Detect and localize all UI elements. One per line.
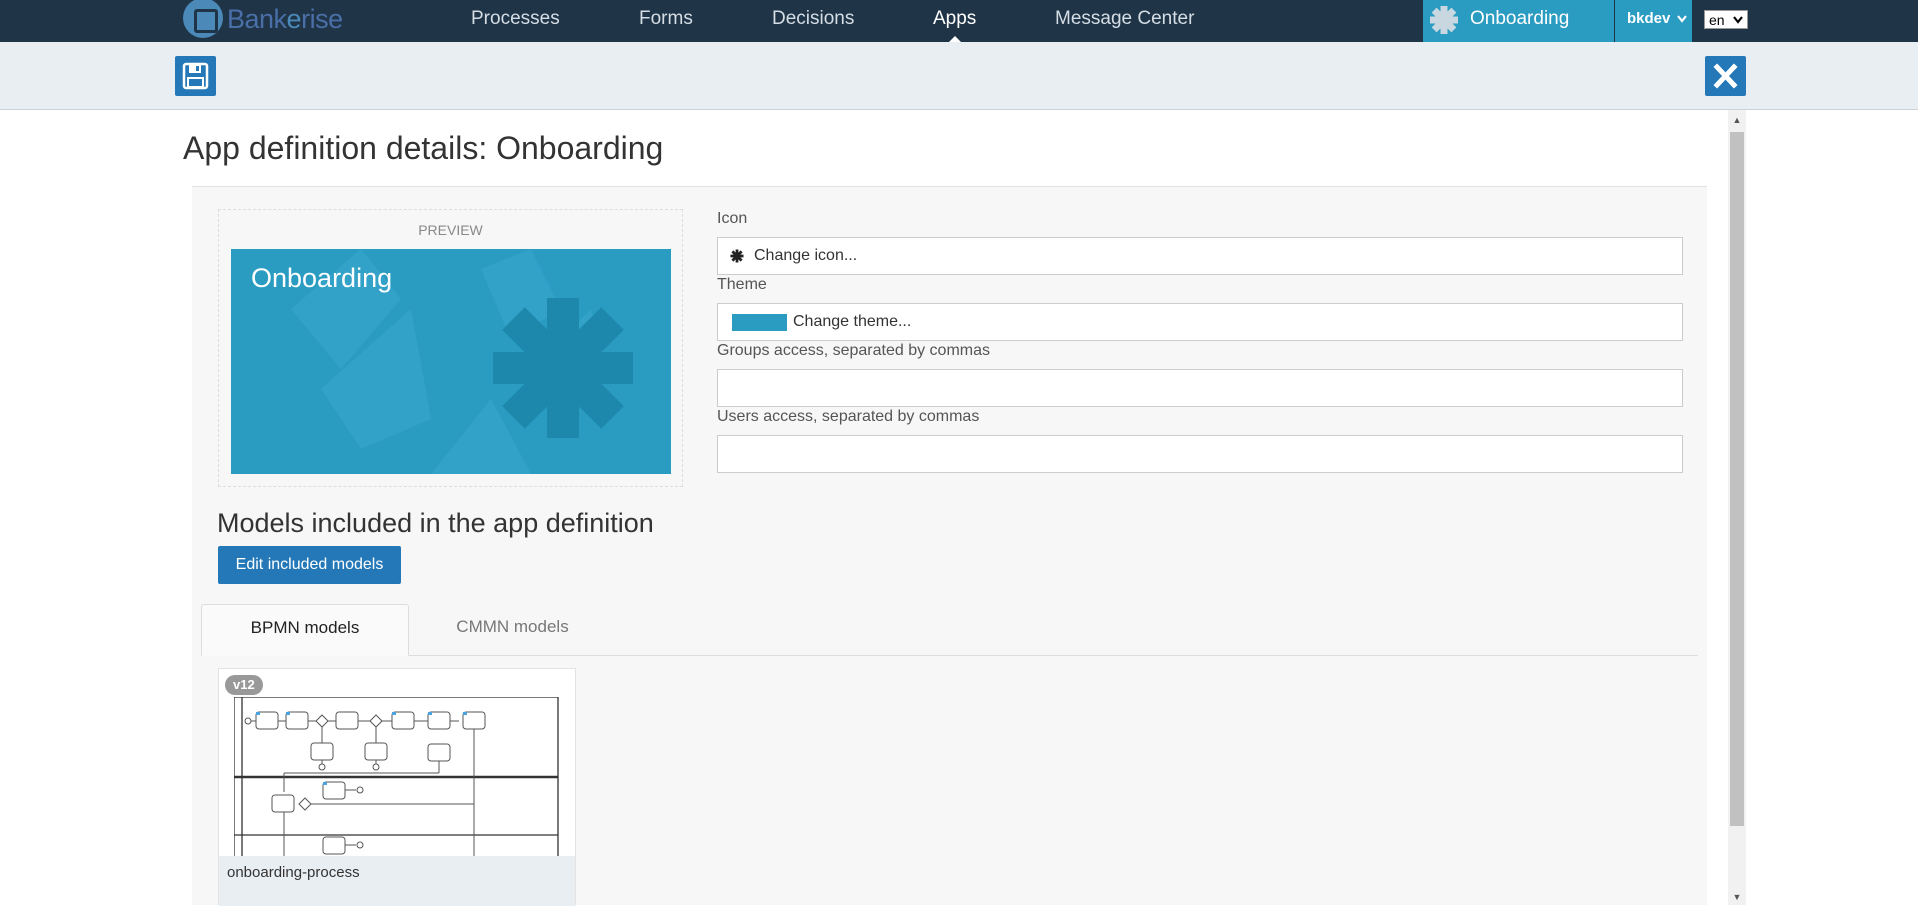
bpmn-diagram-thumbnail bbox=[234, 697, 559, 857]
toolbar bbox=[0, 42, 1918, 110]
tabs-divider bbox=[201, 655, 1698, 656]
app-switcher[interactable]: Onboarding bbox=[1423, 0, 1614, 42]
save-button[interactable] bbox=[175, 56, 216, 96]
language-value: en bbox=[1709, 12, 1725, 28]
logo-icon bbox=[183, 0, 223, 38]
icon-label: Icon bbox=[717, 210, 748, 227]
groups-access-label: Groups access, separated by commas bbox=[717, 342, 991, 359]
nav-forms[interactable]: Forms bbox=[639, 0, 693, 42]
users-access-field[interactable] bbox=[717, 435, 1683, 473]
tile-title: Onboarding bbox=[251, 263, 393, 293]
edit-included-models-button[interactable]: Edit included models bbox=[218, 546, 401, 584]
nav-decisions[interactable]: Decisions bbox=[772, 0, 854, 42]
chevron-down-icon bbox=[1676, 15, 1687, 23]
brand-logo[interactable]: Bankerise bbox=[183, 0, 343, 38]
chevron-down-icon bbox=[1733, 16, 1743, 24]
theme-label: Theme bbox=[717, 276, 767, 293]
groups-access-field[interactable] bbox=[717, 369, 1683, 407]
user-menu-button[interactable]: bkdev bbox=[1615, 0, 1692, 42]
preview-box: PREVIEW Onboarding bbox=[218, 209, 683, 487]
model-name: onboarding-process bbox=[219, 856, 575, 906]
top-navbar: Bankerise Processes Forms Decisions Apps… bbox=[0, 0, 1918, 42]
nav-processes[interactable]: Processes bbox=[471, 0, 560, 42]
app-tile-preview: Onboarding bbox=[231, 249, 671, 474]
app-switcher-label: Onboarding bbox=[1470, 8, 1570, 29]
model-card[interactable]: v12 onboarding-process bbox=[218, 668, 576, 906]
theme-picker-value: Change theme... bbox=[793, 313, 912, 330]
version-badge: v12 bbox=[225, 675, 263, 695]
scroll-up-arrow-icon[interactable]: ▲ bbox=[1728, 112, 1746, 128]
users-access-label: Users access, separated by commas bbox=[717, 408, 980, 425]
asterisk-icon bbox=[1430, 6, 1458, 34]
nav-message-center[interactable]: Message Center bbox=[1055, 0, 1194, 42]
floppy-disk-icon bbox=[182, 62, 209, 90]
models-heading: Models included in the app definition bbox=[217, 508, 654, 538]
close-icon bbox=[1713, 63, 1738, 89]
icon-picker-value: Change icon... bbox=[754, 247, 858, 264]
groups-access-input[interactable] bbox=[718, 370, 1682, 406]
user-name: bkdev bbox=[1627, 10, 1671, 27]
users-access-input[interactable] bbox=[718, 436, 1682, 472]
language-select[interactable]: en bbox=[1704, 10, 1748, 29]
theme-swatch bbox=[732, 314, 787, 331]
scrollbar-thumb[interactable] bbox=[1730, 132, 1744, 826]
tab-bpmn-models[interactable]: BPMN models bbox=[201, 604, 409, 656]
tab-cmmn-models[interactable]: CMMN models bbox=[431, 604, 594, 656]
page-title: App definition details: Onboarding bbox=[183, 130, 664, 166]
scroll-down-arrow-icon[interactable]: ▼ bbox=[1728, 889, 1746, 905]
theme-picker[interactable]: Change theme... bbox=[717, 303, 1683, 341]
close-button[interactable] bbox=[1705, 56, 1746, 96]
icon-picker[interactable]: Change icon... bbox=[717, 237, 1683, 275]
asterisk-icon bbox=[730, 249, 744, 263]
brand-name: Bankerise bbox=[227, 3, 343, 34]
preview-label: PREVIEW bbox=[418, 222, 483, 238]
nav-apps[interactable]: Apps bbox=[933, 0, 976, 42]
